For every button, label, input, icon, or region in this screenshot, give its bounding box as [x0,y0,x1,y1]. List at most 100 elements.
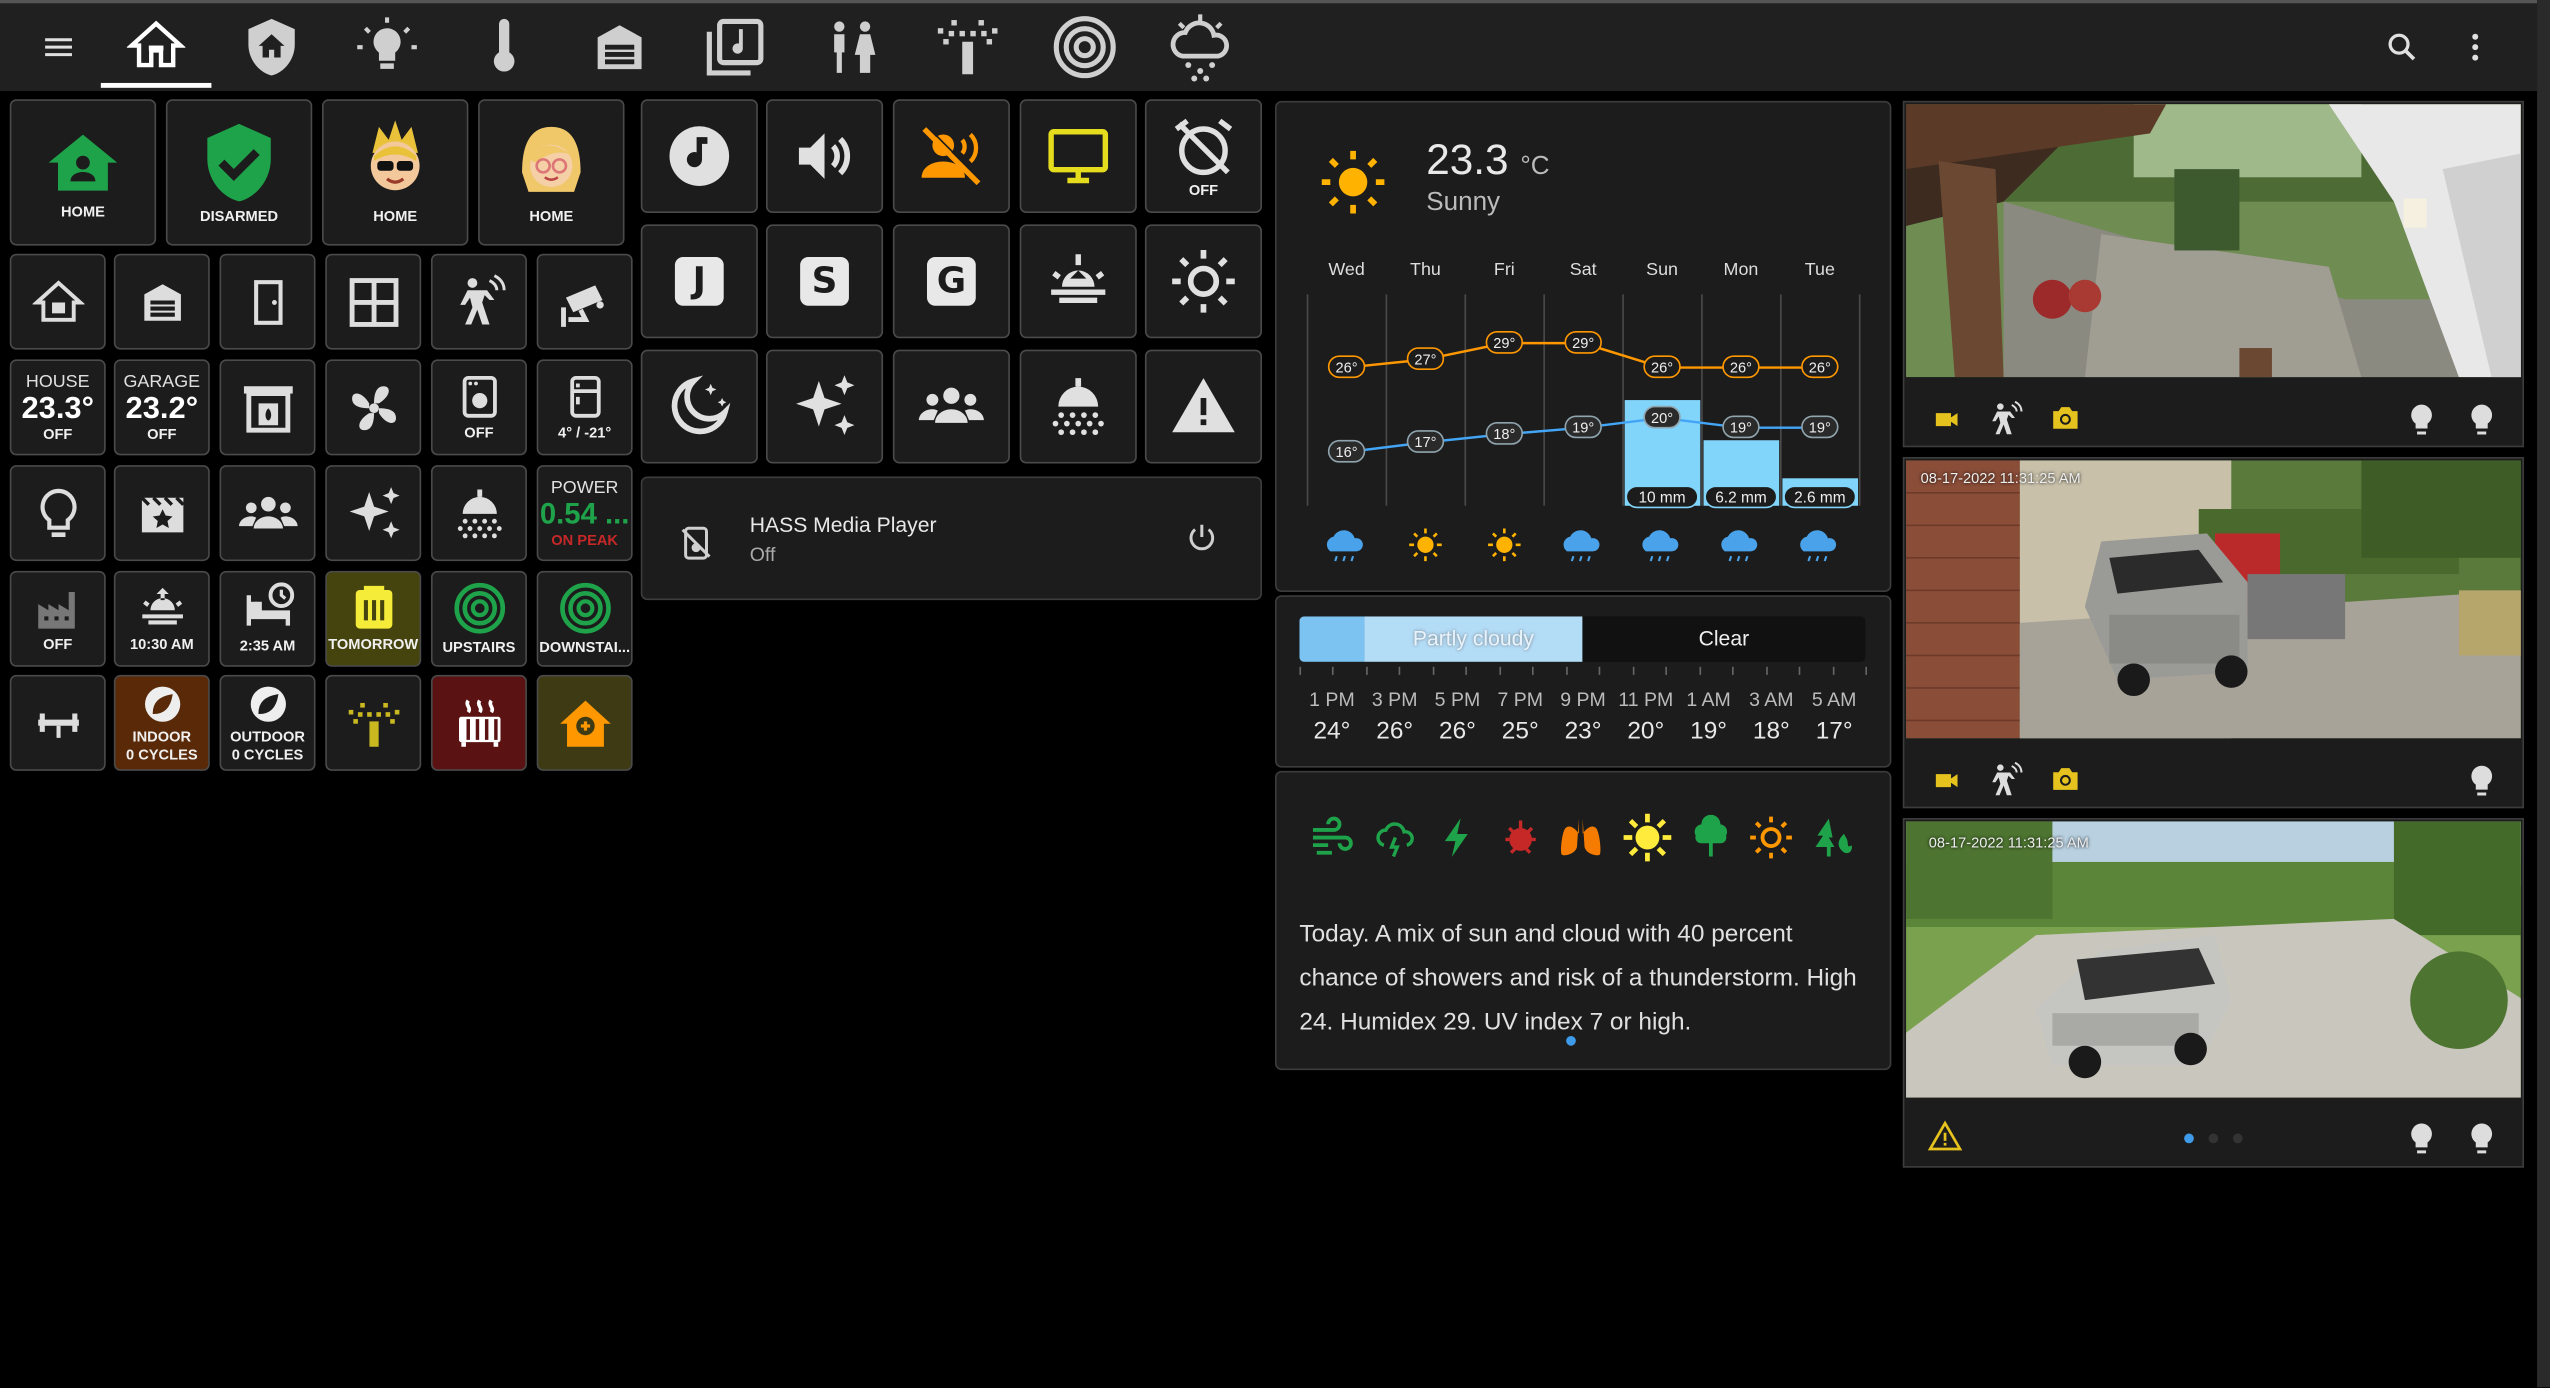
factory-tile[interactable]: OFF [9,570,106,667]
dryer-tile[interactable]: OFF [430,359,527,456]
outdoor-sprinkler-tile[interactable]: OUTDOOR 0 CYCLES [219,674,316,771]
heater-tile[interactable] [430,674,527,771]
camera-feed-driveway[interactable]: 08-17-2022 11:31:25 AM [1906,460,2521,739]
motion-tile[interactable] [430,253,527,350]
tab-security[interactable] [216,7,327,88]
shower-tile[interactable] [430,465,527,562]
tab-people[interactable] [797,7,908,88]
media-player-card[interactable]: HASS Media Player Off [640,476,1263,601]
alert-scene-tile[interactable] [1144,349,1263,464]
camera-pager-dot[interactable] [2232,1133,2243,1144]
hourly-forecast-card[interactable]: Partly cloudy Clear 1 PM 24° 3 PM 26° 5 PM 26… [1275,595,1892,768]
speaker-off-tile[interactable] [892,99,1010,214]
movie-scene-tile[interactable] [113,465,210,562]
shower-scene-tile[interactable] [1019,349,1137,464]
indoor-sprinkler-tile[interactable]: INDOOR 0 CYCLES [113,674,210,771]
presence-home-tile[interactable]: HOME [9,99,157,246]
window-tile[interactable] [325,253,422,350]
lightbulb-icon[interactable] [2464,1119,2500,1158]
power-title: POWER [550,478,619,498]
trash-can-icon [354,585,392,629]
tab-lights[interactable] [332,7,443,88]
alert-outline-icon[interactable] [1927,1120,1963,1154]
menu-icon[interactable] [33,7,85,88]
power-button-icon[interactable] [1186,522,1219,555]
upstairs-thermostat-tile[interactable]: UPSTAIRS [430,570,527,667]
sparkle-scene-tile[interactable] [325,465,422,562]
music-tile[interactable] [640,99,758,214]
downstairs-thermostat-tile[interactable]: DOWNSTAI... [536,570,633,667]
house-temp-tile[interactable]: HOUSE 23.3° OFF [9,359,106,456]
scene-j-tile[interactable]: J [640,224,758,339]
motion-sensor-icon[interactable] [1986,400,2025,439]
trash-pickup-tile[interactable]: TOMORROW [325,570,422,667]
forecast-text-card[interactable]: Today. A mix of sun and cloud with 40 pe… [1275,770,1892,1071]
bench-tile[interactable] [9,674,106,771]
hour-tick [1432,666,1435,675]
tab-garage[interactable] [564,7,675,88]
camera-pager-dot[interactable] [2208,1133,2219,1144]
tab-media[interactable] [680,7,791,88]
garage-temp-tile[interactable]: GARAGE 23.2° OFF [113,359,210,456]
garage-door-tile[interactable] [113,253,210,350]
tab-home[interactable] [100,7,212,88]
tv-tile[interactable] [1019,99,1137,214]
lightbulb-icon[interactable] [2404,400,2440,439]
sprinkler-tile[interactable] [325,674,422,771]
bed-alarm-tile[interactable]: 2:35 AM [219,570,316,667]
precip-label: 6.2 mm [1715,490,1766,507]
hour-temp: 18° [1752,717,1790,745]
hour-temp: 23° [1564,717,1602,745]
alarm-disarmed-tile[interactable]: DISARMED [165,99,313,246]
brightness-scene-tile[interactable] [1144,224,1263,339]
home-sun-tile[interactable] [536,674,633,771]
person-boy-tile[interactable]: HOME [322,99,469,246]
house-door-tile[interactable] [9,253,106,350]
tab-sprinklers[interactable] [912,7,1023,88]
tab-climate[interactable] [449,7,560,88]
fan-tile[interactable] [325,359,422,456]
light-tile[interactable] [9,465,106,562]
sunset-scene-tile[interactable] [1019,224,1137,339]
more-vert-icon[interactable] [2452,7,2498,88]
sunrise-tile[interactable]: 10:30 AM [113,570,210,667]
search-icon[interactable] [2378,7,2427,88]
door-tile[interactable] [219,253,316,350]
scene-g-tile[interactable]: G [892,224,1010,339]
family-scene-tile[interactable] [892,349,1010,464]
page-scrollbar[interactable] [2537,0,2550,1388]
lightbulb-icon[interactable] [2464,761,2500,800]
camera-feed-front[interactable]: 08-17-2022 11:31:25 AM [1906,821,2521,1098]
camera-card-porch[interactable] [1902,100,2525,448]
camera-card-front[interactable]: 08-17-2022 11:31:25 AM [1902,818,2525,1168]
night-scene-tile[interactable] [640,349,758,464]
fridge-tile[interactable]: 4° / -21° [536,359,633,456]
tab-weather[interactable] [1145,7,1256,88]
scene-s-tile[interactable]: S [765,224,884,339]
pager-dot[interactable] [1566,1035,1576,1046]
volume-tile[interactable] [765,99,884,214]
indoor-cycles: 0 CYCLES [126,745,198,762]
video-icon[interactable] [1930,407,1963,433]
front-camera-image [1906,821,2521,1098]
motion-sensor-icon[interactable] [1986,761,2025,800]
magic-scene-tile[interactable] [765,349,884,464]
fireplace-tile[interactable] [219,359,316,456]
auto-fix-icon [348,486,399,538]
alarm-clock-off-tile[interactable]: OFF [1144,99,1263,214]
camera-feed-porch[interactable] [1906,104,2521,378]
lightbulb-icon[interactable] [2464,400,2500,439]
group-scene-tile[interactable] [219,465,316,562]
camera-icon[interactable] [2048,402,2084,435]
video-icon[interactable] [1930,768,1963,794]
tab-radar[interactable] [1029,7,1140,88]
weather-forecast-card[interactable]: 23.3 °C Sunny Wed 26° 16° Thu 27° 17° Fri 29° 18… [1275,100,1892,592]
lightbulb-icon[interactable] [2404,1119,2440,1158]
camera-icon[interactable] [2048,763,2084,796]
camera-card-driveway[interactable]: 08-17-2022 11:31:25 AM [1902,456,2525,809]
cctv-tile[interactable] [536,253,633,350]
precip-label: 10 mm [1638,490,1685,507]
camera-pager-dot-active[interactable] [2184,1133,2194,1144]
power-tile[interactable]: POWER 0.54 ... ON PEAK [536,465,633,562]
person-girl-tile[interactable]: HOME [478,99,625,246]
